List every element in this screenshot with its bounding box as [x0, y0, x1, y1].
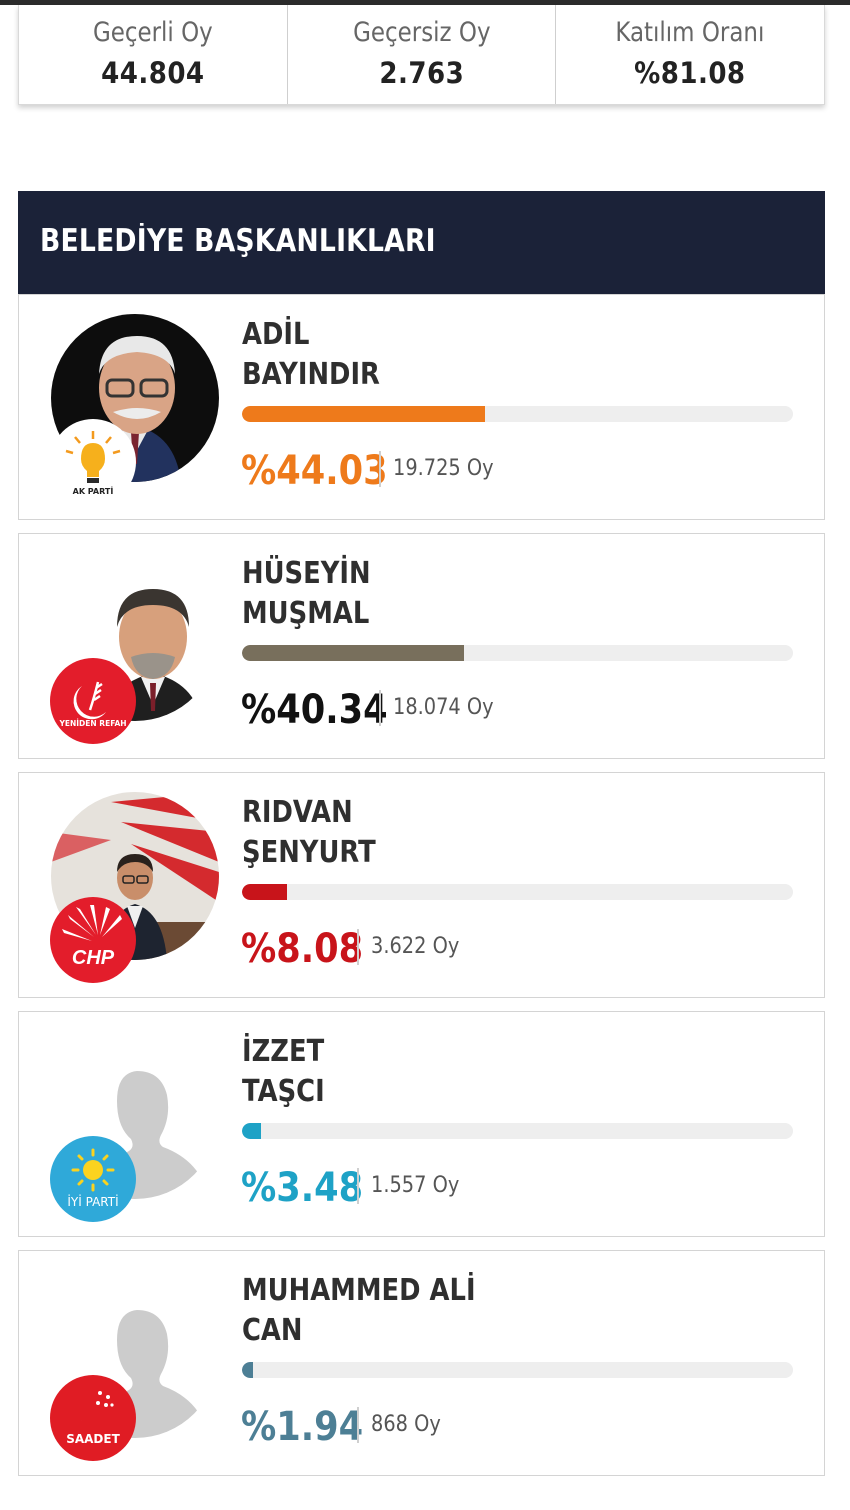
vote-percentage: %8.08 [241, 926, 364, 972]
stat-value: 2.763 [379, 56, 464, 90]
section-header: BELEDİYE BAŞKANLIKLARI [18, 191, 825, 294]
vote-count: 1.557 Oy [371, 1173, 460, 1198]
iyi-parti-logo-icon: İYİ PARTİ [50, 1136, 136, 1222]
vote-share-bar [242, 645, 793, 661]
stat-label: Geçersiz Oy [352, 17, 491, 48]
chp-logo-icon: CHP [50, 897, 136, 983]
stat-turnout: Katılım Oranı %81.08 [556, 5, 824, 104]
vote-count: 868 Oy [371, 1412, 441, 1437]
stats-summary: Geçerli Oy 44.804 Geçersiz Oy 2.763 Katı… [18, 5, 825, 105]
candidate-name: HÜSEYİN MUŞMAL [242, 556, 371, 631]
candidate-name: ADİL BAYINDIR [242, 317, 380, 392]
candidate-card[interactable]: AK PARTİ ADİL BAYINDIR %44.03 19.725 Oy [18, 294, 825, 520]
vote-count-wrap: 1.557 Oy [357, 1168, 471, 1204]
vote-percentage: %44.03 [241, 448, 388, 494]
vote-share-bar [242, 1123, 793, 1139]
candidate-card[interactable]: SAADET MUHAMMED ALİ CAN %1.94 868 Oy [18, 1250, 825, 1476]
section-title: BELEDİYE BAŞKANLIKLARI [40, 223, 436, 259]
vote-count-wrap: 18.074 Oy [379, 690, 507, 726]
vote-count-wrap: 868 Oy [357, 1407, 450, 1443]
candidate-card[interactable]: YENİDEN REFAH HÜSEYİN MUŞMAL %40.34 18.0… [18, 533, 825, 759]
svg-text:İYİ PARTİ: İYİ PARTİ [67, 1194, 118, 1209]
ak-parti-logo-icon: AK PARTİ [50, 419, 136, 505]
vote-share-fill [242, 645, 465, 661]
svg-text:SAADET: SAADET [66, 1432, 120, 1446]
vote-share-fill [242, 884, 287, 900]
svg-text:YENİDEN REFAH: YENİDEN REFAH [58, 719, 126, 728]
vote-share-fill [242, 406, 485, 422]
stat-value: %81.08 [634, 56, 746, 90]
candidate-name: İZZET TAŞCI [242, 1034, 325, 1109]
vote-percentage: %3.48 [241, 1165, 364, 1211]
stat-label: Katılım Oranı [615, 17, 765, 48]
candidate-name: RIDVAN ŞENYURT [242, 795, 376, 870]
vote-count-wrap: 3.622 Oy [357, 929, 471, 965]
candidate-card[interactable]: İYİ PARTİ İZZET TAŞCI %3.48 1.557 Oy [18, 1011, 825, 1237]
stat-label: Geçerli Oy [92, 17, 213, 48]
vote-count: 18.074 Oy [393, 695, 494, 720]
vote-share-bar [242, 884, 793, 900]
vote-percentage: %1.94 [241, 1404, 364, 1450]
vote-share-fill [242, 1123, 262, 1139]
vote-count: 19.725 Oy [393, 456, 494, 481]
svg-text:CHP: CHP [72, 947, 115, 969]
yeniden-refah-logo-icon: YENİDEN REFAH [50, 658, 136, 744]
stat-invalid-votes: Geçersiz Oy 2.763 [288, 5, 557, 104]
stat-value: 44.804 [101, 56, 205, 90]
svg-text:AK PARTİ: AK PARTİ [73, 486, 114, 496]
vote-share-fill [242, 1362, 253, 1378]
vote-share-bar [242, 1362, 793, 1378]
vote-count: 3.622 Oy [371, 934, 460, 959]
candidate-name: MUHAMMED ALİ CAN [242, 1273, 476, 1348]
saadet-logo-icon: SAADET [50, 1375, 136, 1461]
vote-share-bar [242, 406, 793, 422]
stat-valid-votes: Geçerli Oy 44.804 [19, 5, 288, 104]
vote-percentage: %40.34 [241, 687, 388, 733]
candidate-card[interactable]: CHP RIDVAN ŞENYURT %8.08 3.622 Oy [18, 772, 825, 998]
vote-count-wrap: 19.725 Oy [379, 451, 507, 487]
